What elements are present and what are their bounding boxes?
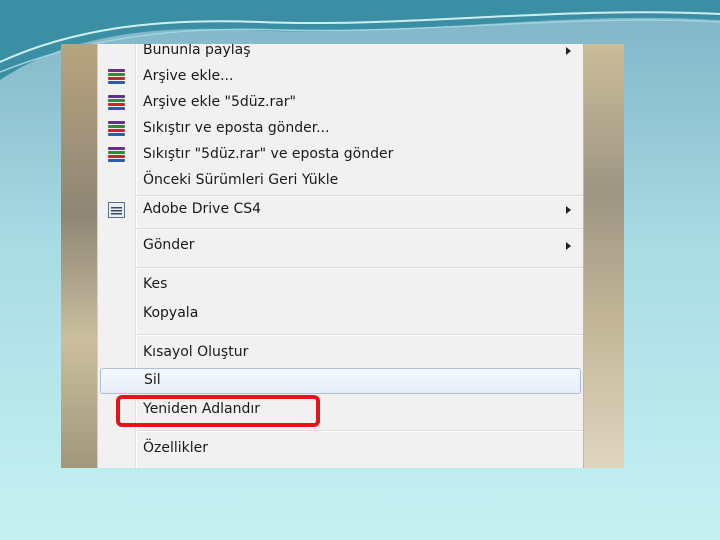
menu-item-label: Adobe Drive CS4 xyxy=(143,201,262,217)
menu-item-label: Sıkıştır ve eposta gönder... xyxy=(143,120,330,136)
menu-item-label: Kısayol Oluştur xyxy=(143,344,249,360)
winrar-icon xyxy=(108,69,125,85)
menu-item-label: Bununla paylaş xyxy=(143,44,251,58)
menu-item-add-to-archive[interactable]: Arşive ekle... xyxy=(98,64,583,90)
menu-item-add-to-rar[interactable]: Arşive ekle "5düz.rar" xyxy=(98,90,583,116)
adobe-drive-icon xyxy=(108,202,125,218)
winrar-icon xyxy=(108,95,125,111)
background-photo-right xyxy=(584,44,624,468)
menu-item-compress-rar-and-email[interactable]: Sıkıştır "5düz.rar" ve eposta gönder xyxy=(98,142,583,168)
winrar-icon xyxy=(108,121,125,137)
winrar-icon xyxy=(108,147,125,163)
menu-item-create-shortcut[interactable]: Kısayol Oluştur xyxy=(98,340,583,366)
submenu-arrow-icon xyxy=(566,47,571,55)
menu-item-copy[interactable]: Kopyala xyxy=(98,301,583,327)
menu-item-label: Sıkıştır "5düz.rar" ve eposta gönder xyxy=(143,146,394,162)
background-photo-left xyxy=(61,44,101,468)
menu-item-delete[interactable]: Sil xyxy=(100,368,581,394)
submenu-arrow-icon xyxy=(566,206,571,214)
menu-separator xyxy=(137,228,583,230)
submenu-arrow-icon xyxy=(566,242,571,250)
menu-item-label: Arşive ekle "5düz.rar" xyxy=(143,94,296,110)
menu-separator xyxy=(137,267,583,269)
menu-item-label: Arşive ekle... xyxy=(143,68,234,84)
menu-item-label: Gönder xyxy=(143,237,195,253)
menu-item-properties[interactable]: Özellikler xyxy=(98,436,583,462)
menu-item-label: Sil xyxy=(144,372,161,388)
menu-item-cut[interactable]: Kes xyxy=(98,272,583,298)
menu-item-label: Kes xyxy=(143,276,168,292)
menu-item-label: Özellikler xyxy=(143,440,209,456)
menu-item-label: Önceki Sürümleri Geri Yükle xyxy=(143,172,339,188)
menu-item-adobe-drive[interactable]: Adobe Drive CS4 xyxy=(98,197,583,223)
menu-item-label: Kopyala xyxy=(143,305,199,321)
rename-highlight-ring xyxy=(116,395,320,427)
menu-item-share-with[interactable]: Bununla paylaş xyxy=(98,44,583,64)
menu-item-send-to[interactable]: Gönder xyxy=(98,233,583,259)
menu-separator xyxy=(137,334,583,336)
menu-separator xyxy=(137,430,583,432)
menu-item-restore-previous-versions[interactable]: Önceki Sürümleri Geri Yükle xyxy=(98,168,583,194)
menu-item-compress-and-email[interactable]: Sıkıştır ve eposta gönder... xyxy=(98,116,583,142)
